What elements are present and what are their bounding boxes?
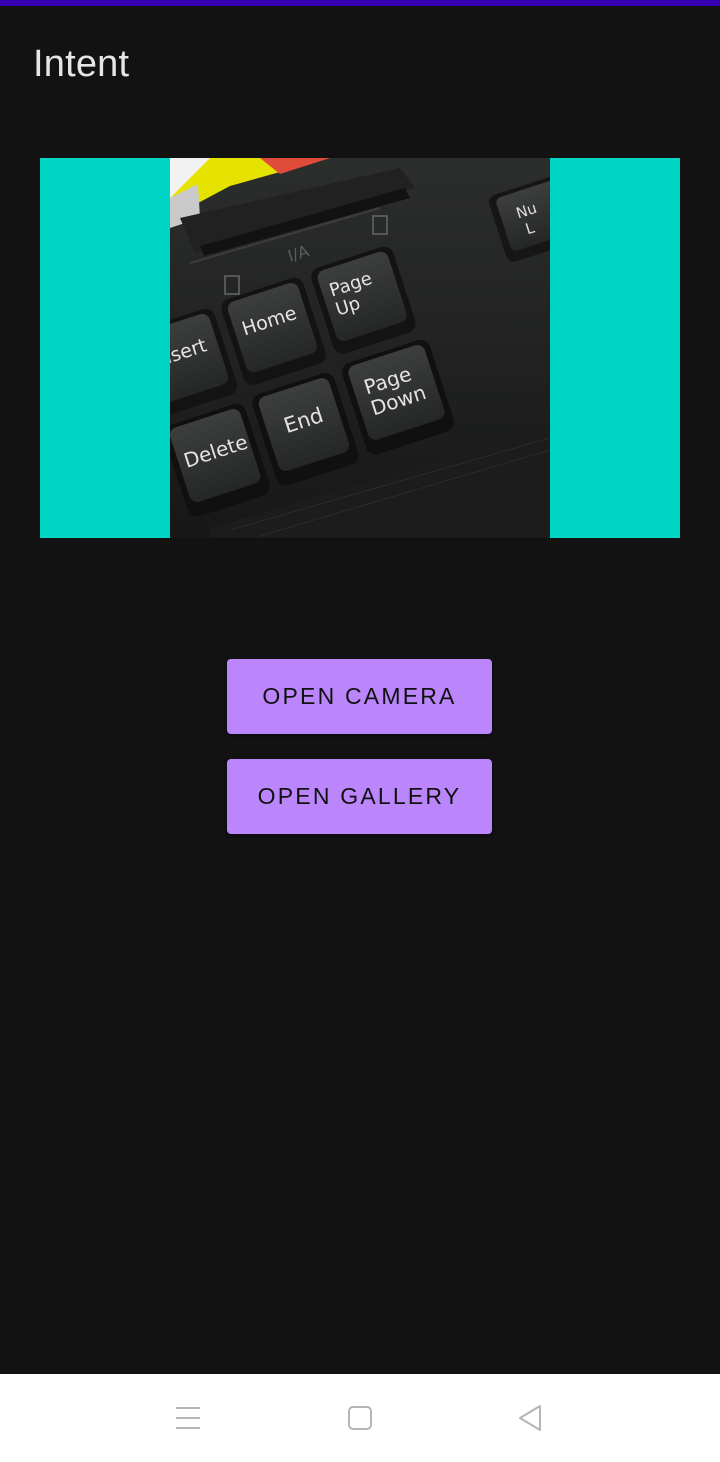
- app-title: Intent: [33, 43, 130, 85]
- open-gallery-button[interactable]: OPEN GALLERY: [227, 759, 492, 834]
- keyboard-photo: I/A Nu L Insert Home Page Up Delete End …: [170, 158, 550, 538]
- open-camera-button[interactable]: OPEN CAMERA: [227, 659, 492, 734]
- menu-icon[interactable]: [166, 1396, 210, 1440]
- status-bar-strip: [0, 0, 720, 6]
- system-navigation-bar: [0, 1374, 720, 1462]
- back-triangle-icon[interactable]: [508, 1396, 552, 1440]
- home-square-icon[interactable]: [338, 1396, 382, 1440]
- image-preview: I/A Nu L Insert Home Page Up Delete End …: [40, 158, 680, 538]
